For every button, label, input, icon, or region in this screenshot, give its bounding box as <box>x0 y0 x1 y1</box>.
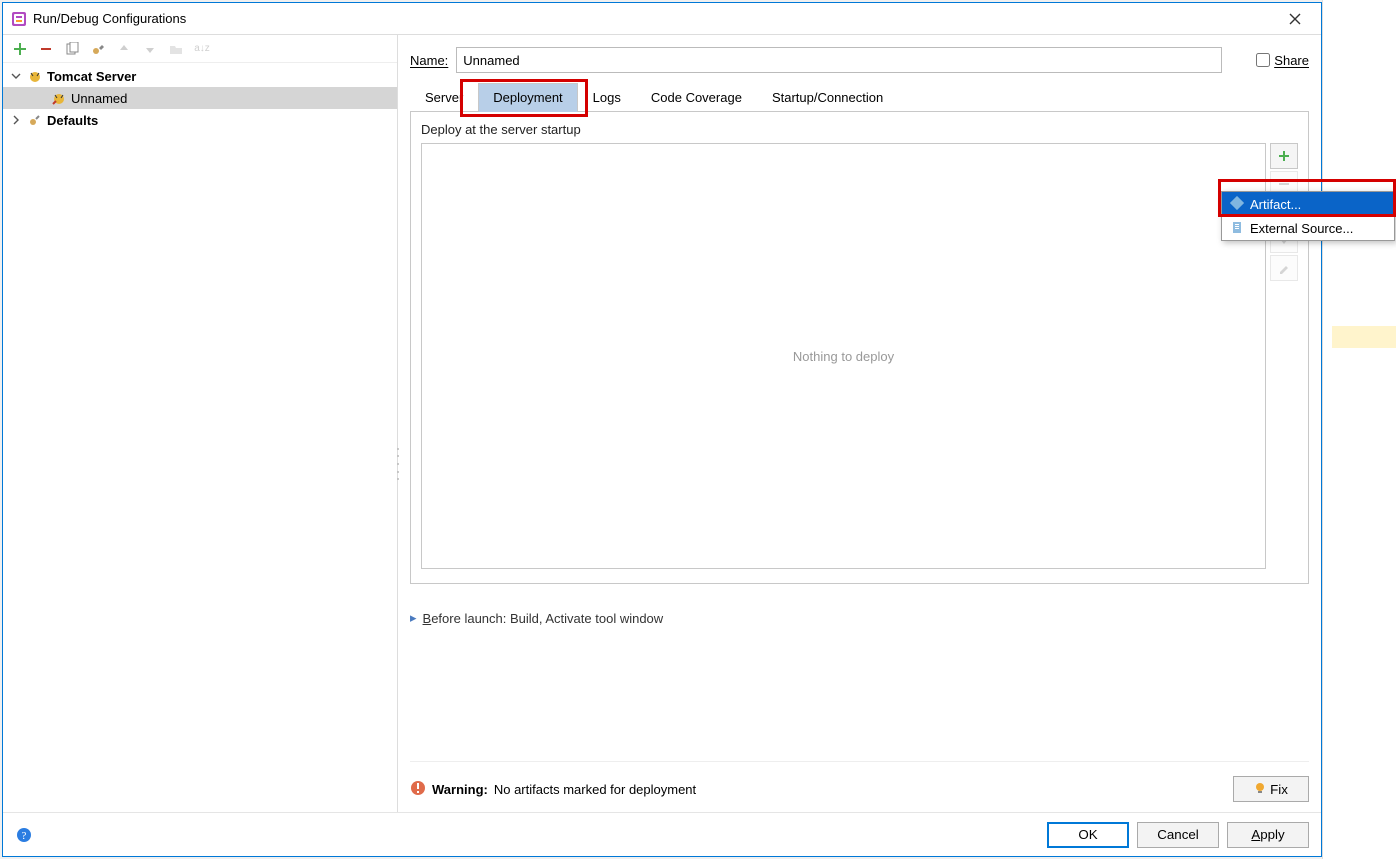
deploy-add-button[interactable] <box>1270 143 1298 169</box>
editor-highlight-strip <box>1332 326 1396 348</box>
add-config-button[interactable] <box>9 38 31 60</box>
config-toolbar: a↓z <box>3 35 397 63</box>
edit-defaults-button[interactable] <box>87 38 109 60</box>
tab-logs[interactable]: Logs <box>578 83 636 111</box>
deploy-placeholder: Nothing to deploy <box>793 349 894 364</box>
move-up-button <box>113 38 135 60</box>
warning-text: No artifacts marked for deployment <box>494 782 696 797</box>
share-checkbox-input[interactable] <box>1256 53 1270 67</box>
remove-config-button[interactable] <box>35 38 57 60</box>
warning-icon <box>410 780 426 799</box>
right-panel: Name: Share Server Deployment Logs Code … <box>398 35 1321 812</box>
svg-text:?: ? <box>22 830 27 842</box>
fix-label: Fix <box>1270 782 1288 797</box>
popup-label: External Source... <box>1250 221 1353 236</box>
wrench-icon <box>27 112 43 128</box>
chevron-right-icon <box>9 115 23 125</box>
name-label: Name: <box>410 53 448 68</box>
tab-deployment[interactable]: Deployment <box>478 83 577 112</box>
titlebar: Run/Debug Configurations <box>3 3 1321 35</box>
deploy-edit-button <box>1270 255 1298 281</box>
help-button[interactable]: ? <box>15 826 33 844</box>
external-icon <box>1230 220 1244 237</box>
ok-button[interactable]: OK <box>1047 822 1129 848</box>
run-debug-dialog: Run/Debug Configurations a↓z Tomcat S <box>2 2 1322 857</box>
popup-item-artifact[interactable]: Artifact... <box>1222 192 1394 216</box>
fix-button[interactable]: Fix <box>1233 776 1309 802</box>
tree-label: Defaults <box>47 113 98 128</box>
warning-row: Warning: No artifacts marked for deploym… <box>410 761 1309 812</box>
copy-config-button[interactable] <box>61 38 83 60</box>
bulb-icon <box>1254 782 1266 797</box>
add-deployment-popup: Artifact... External Source... <box>1221 191 1395 241</box>
before-launch-row[interactable]: ▸ Before launch: Build, Activate tool wi… <box>410 610 1309 626</box>
tabs: Server Deployment Logs Code Coverage Sta… <box>410 83 1309 112</box>
tomcat-icon <box>27 68 43 84</box>
name-input[interactable] <box>456 47 1222 73</box>
popup-item-external[interactable]: External Source... <box>1222 216 1394 240</box>
sort-button: a↓z <box>191 38 213 60</box>
apply-button[interactable]: Apply <box>1227 822 1309 848</box>
deploy-section-label: Deploy at the server startup <box>421 122 1298 137</box>
chevron-down-icon <box>9 71 23 81</box>
app-icon <box>11 11 27 27</box>
close-button[interactable] <box>1275 3 1315 35</box>
tomcat-local-icon <box>51 90 67 106</box>
popup-label: Artifact... <box>1250 197 1301 212</box>
deploy-list[interactable]: Nothing to deploy <box>421 143 1266 569</box>
artifact-icon <box>1230 196 1244 213</box>
tree-unnamed[interactable]: Unnamed <box>3 87 397 109</box>
left-panel: a↓z Tomcat Server Unnamed Defaults <box>3 35 398 812</box>
tree-tomcat-server[interactable]: Tomcat Server <box>3 65 397 87</box>
tab-server[interactable]: Server <box>410 83 478 111</box>
before-launch-label: Before launch: Build, Activate tool wind… <box>423 611 664 626</box>
dialog-footer: ? OK Cancel Apply <box>3 812 1321 856</box>
share-label: Share <box>1274 53 1309 68</box>
chevron-right-icon: ▸ <box>410 610 417 626</box>
cancel-button[interactable]: Cancel <box>1137 822 1219 848</box>
warning-label: Warning: <box>432 782 488 797</box>
config-tree[interactable]: Tomcat Server Unnamed Defaults <box>3 63 397 812</box>
tree-defaults[interactable]: Defaults <box>3 109 397 131</box>
tree-label: Unnamed <box>71 91 127 106</box>
tree-label: Tomcat Server <box>47 69 136 84</box>
move-down-button <box>139 38 161 60</box>
window-title: Run/Debug Configurations <box>33 11 1275 26</box>
tab-code-coverage[interactable]: Code Coverage <box>636 83 757 111</box>
folder-button <box>165 38 187 60</box>
tab-startup-connection[interactable]: Startup/Connection <box>757 83 898 111</box>
deployment-panel: Deploy at the server startup Nothing to … <box>410 112 1309 584</box>
share-checkbox[interactable]: Share <box>1256 53 1309 68</box>
